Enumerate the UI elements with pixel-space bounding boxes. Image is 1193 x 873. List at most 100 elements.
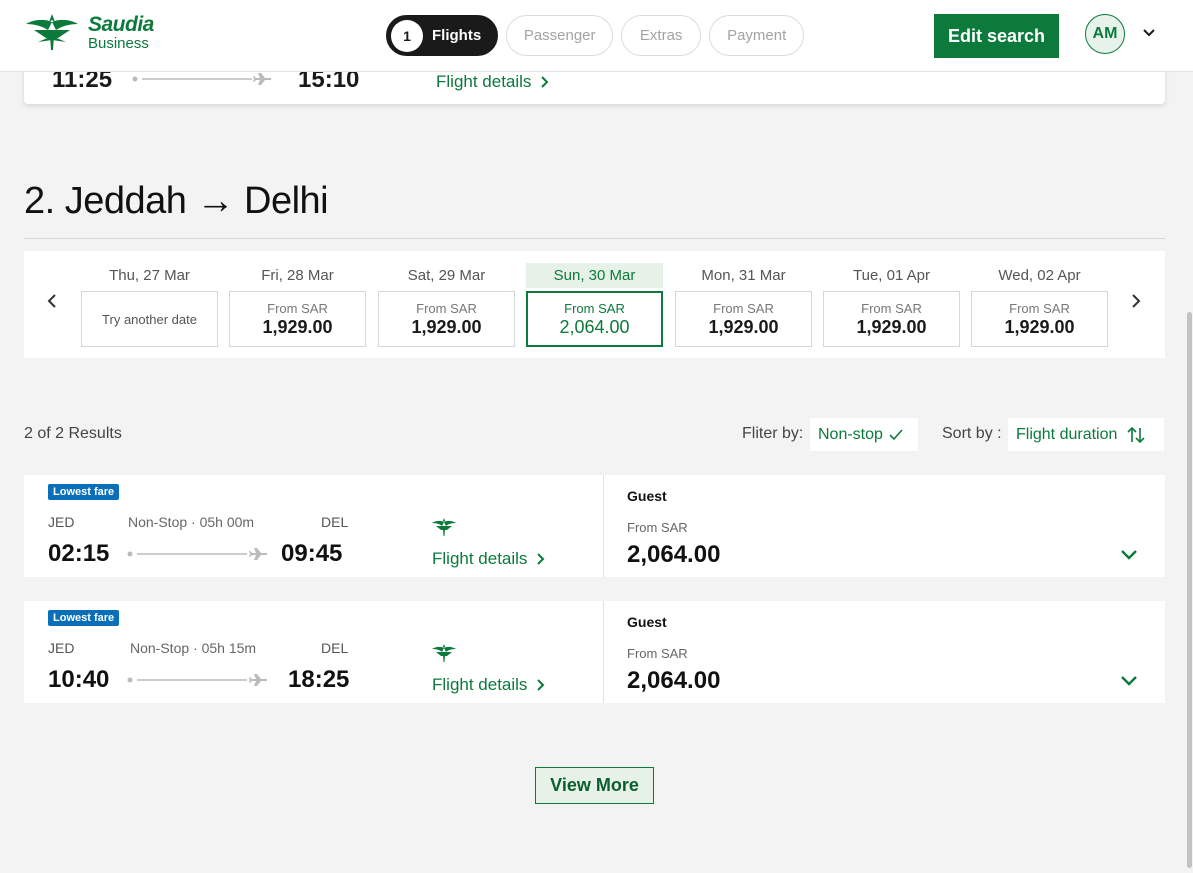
chevron-down-icon[interactable] [1142, 26, 1156, 40]
date-price: 1,929.00 [262, 316, 333, 337]
date-selector: Thu, 27 Mar Try another date Fri, 28 Mar… [24, 251, 1165, 358]
sort-dropdown[interactable]: Flight duration [1008, 418, 1164, 451]
step-payment[interactable]: Payment [709, 15, 805, 56]
flight-details-link[interactable]: Flight details [436, 72, 549, 92]
date-label: Thu, 27 Mar [109, 267, 190, 284]
chevron-down-icon[interactable] [1120, 548, 1138, 562]
filter-value: Non-stop [818, 425, 883, 443]
flight-card[interactable]: Lowest fare JED Non-Stop · 05h 15m DEL 1… [24, 601, 1165, 703]
date-price: 1,929.00 [411, 316, 482, 337]
step-passenger[interactable]: Passenger [506, 15, 614, 56]
flight-details-link[interactable]: Flight details [432, 549, 545, 569]
date-label: Tue, 01 Apr [853, 267, 930, 284]
date-box[interactable]: From SAR 1,929.00 [229, 291, 366, 347]
date-price: 1,929.00 [1004, 316, 1075, 337]
top-header: Saudia Business 1 Flights Passenger Extr… [0, 0, 1193, 72]
origin-airport: JED [48, 514, 75, 530]
date-box[interactable]: From SAR 2,064.00 [526, 291, 663, 347]
route-line [127, 548, 267, 560]
date-from: From SAR [1009, 300, 1070, 316]
saudia-logo[interactable]: Saudia Business [24, 12, 154, 52]
saudia-airline-icon [432, 644, 456, 662]
date-price: 1,929.00 [856, 316, 927, 337]
filter-label: Fliter by: [742, 425, 804, 442]
destination-airport: DEL [321, 640, 349, 656]
date-option-sun-30[interactable]: Sun, 30 Mar From SAR 2,064.00 [526, 263, 663, 347]
fare-from: From SAR [627, 520, 688, 535]
fare-from: From SAR [627, 646, 688, 661]
saudia-palm-icon [26, 14, 78, 50]
card-divider [603, 475, 604, 577]
date-label: Sun, 30 Mar [526, 263, 663, 288]
card-divider [603, 601, 604, 703]
step-label: Flights [432, 27, 482, 44]
arrive-time: 09:45 [281, 540, 343, 567]
date-from: From SAR [564, 300, 625, 316]
date-box[interactable]: From SAR 1,929.00 [378, 291, 515, 347]
prev-dates-button[interactable] [42, 291, 62, 311]
logo-sub: Business [88, 34, 149, 52]
filter-non-stop[interactable]: Non-stop [810, 418, 918, 451]
page-scrollbar[interactable] [1187, 312, 1192, 868]
view-more-button[interactable]: View More [535, 767, 654, 804]
saudia-airline-icon [432, 518, 456, 536]
date-box[interactable]: From SAR 1,929.00 [675, 291, 812, 347]
next-dates-button[interactable] [1126, 291, 1146, 311]
fare-class: Guest [627, 488, 667, 504]
avatar[interactable]: AM [1085, 14, 1125, 54]
flight-duration: Non-Stop · 05h 00m [128, 514, 255, 530]
date-price: 1,929.00 [708, 316, 779, 337]
results-count: 2 of 2 Results [24, 425, 122, 442]
step-extras[interactable]: Extras [621, 15, 702, 56]
date-from: From SAR [267, 300, 328, 316]
chevron-left-icon [47, 294, 56, 308]
section-divider [24, 238, 1165, 239]
flight-duration: Non-Stop · 05h 15m [130, 640, 257, 656]
booking-steps: 1 Flights Passenger Extras Payment [386, 15, 805, 56]
chevron-right-icon [537, 679, 545, 691]
date-option-tue-01[interactable]: Tue, 01 Apr From SAR 1,929.00 [823, 263, 960, 347]
date-option-sat-29[interactable]: Sat, 29 Mar From SAR 1,929.00 [378, 263, 515, 347]
date-option-mon-31[interactable]: Mon, 31 Mar From SAR 1,929.00 [675, 263, 812, 347]
route-line [127, 674, 267, 686]
flight-details-link[interactable]: Flight details [432, 675, 545, 695]
edit-search-button[interactable]: Edit search [934, 14, 1059, 58]
date-label: Mon, 31 Mar [701, 267, 786, 284]
date-option-wed-02[interactable]: Wed, 02 Apr From SAR 1,929.00 [971, 263, 1108, 347]
chevron-right-icon [541, 76, 549, 88]
chevron-down-icon[interactable] [1120, 674, 1138, 688]
fare-price: 2,064.00 [627, 667, 721, 694]
lowest-fare-badge: Lowest fare [48, 610, 120, 626]
date-box[interactable]: Try another date [81, 291, 218, 347]
date-label: Fri, 28 Mar [261, 267, 334, 284]
chevron-right-icon [537, 553, 545, 565]
origin-airport: JED [48, 640, 75, 656]
flight-details-label: Flight details [432, 549, 528, 568]
sort-label: Sort by : [942, 425, 1002, 442]
flight-card[interactable]: Lowest fare JED Non-Stop · 05h 00m DEL 0… [24, 475, 1165, 577]
date-from: From SAR [861, 300, 922, 316]
check-icon [889, 428, 903, 440]
route-title: 2. Jeddah → Delhi [24, 180, 329, 222]
date-price: 2,064.00 [559, 316, 630, 337]
flight-details-label: Flight details [436, 72, 532, 91]
route-line [132, 73, 271, 85]
depart-time: 02:15 [48, 540, 110, 567]
depart-time: 10:40 [48, 666, 110, 693]
date-box[interactable]: From SAR 1,929.00 [971, 291, 1108, 347]
fare-class: Guest [627, 614, 667, 630]
date-from: From SAR [416, 300, 477, 316]
flight-details-label: Flight details [432, 675, 528, 694]
lowest-fare-badge: Lowest fare [48, 484, 120, 500]
date-option-thu-27[interactable]: Thu, 27 Mar Try another date [81, 263, 218, 347]
chevron-right-icon [1132, 294, 1141, 308]
date-from: From SAR [713, 300, 774, 316]
try-another-date: Try another date [102, 311, 197, 327]
logo-brand: Saudia [88, 12, 154, 36]
arrive-time: 18:25 [288, 666, 350, 693]
step-flights[interactable]: 1 Flights [386, 15, 499, 56]
date-label: Sat, 29 Mar [407, 267, 486, 284]
destination-airport: DEL [321, 514, 349, 530]
date-box[interactable]: From SAR 1,929.00 [823, 291, 960, 347]
date-option-fri-28[interactable]: Fri, 28 Mar From SAR 1,929.00 [229, 263, 366, 347]
